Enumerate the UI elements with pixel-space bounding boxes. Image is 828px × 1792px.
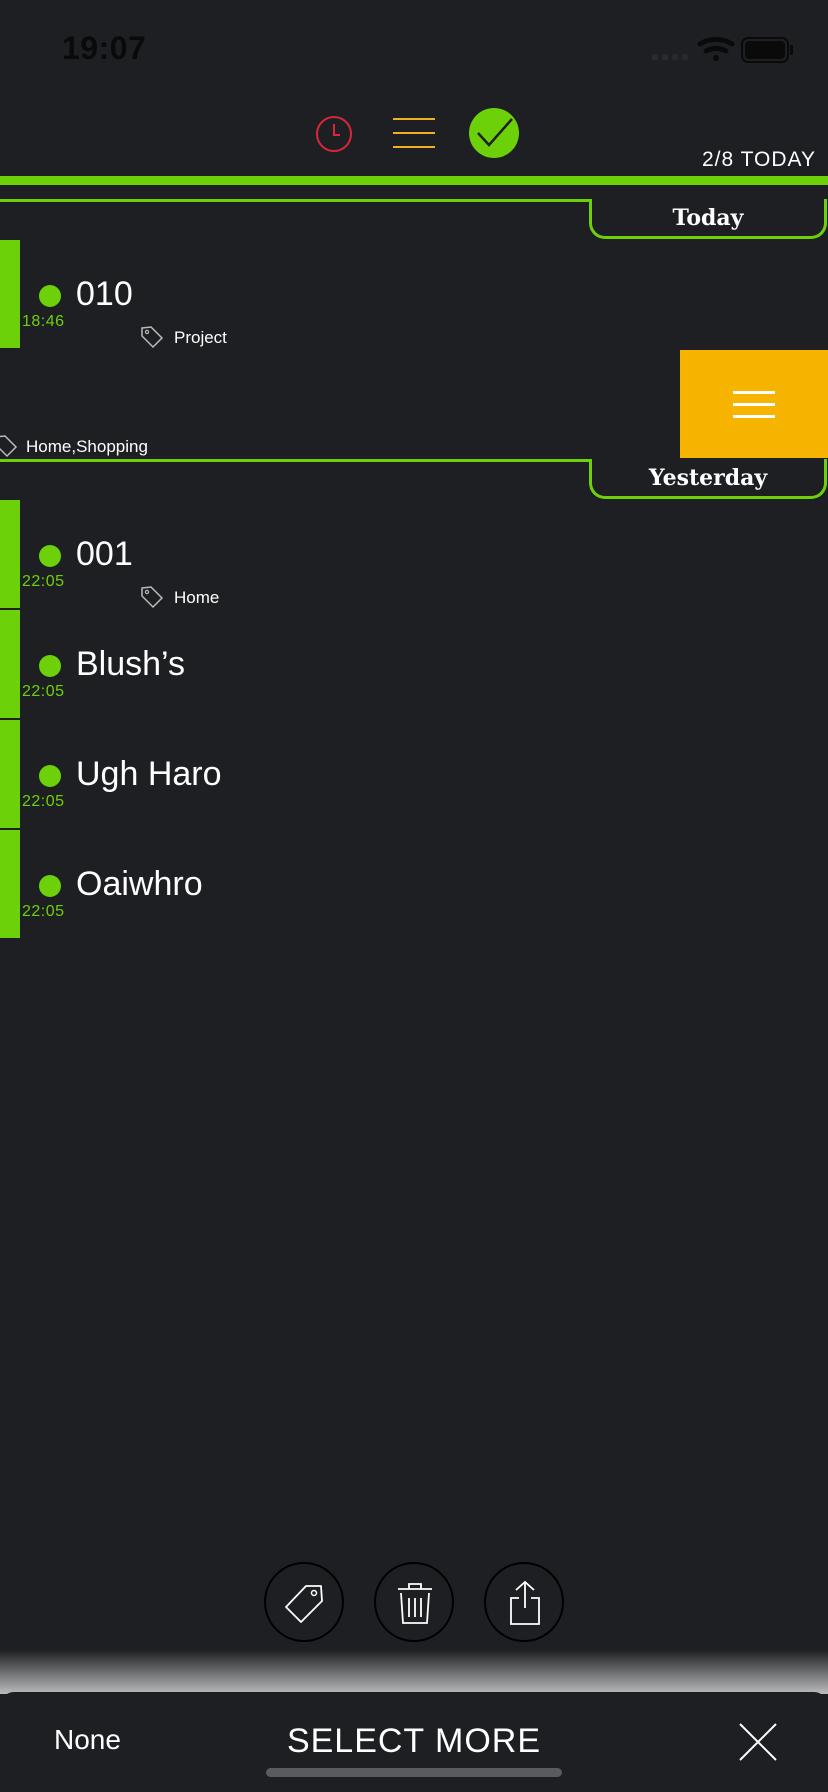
row-status-bar xyxy=(0,830,20,938)
item-title: Blush’s xyxy=(76,645,185,683)
wifi-icon xyxy=(697,36,735,61)
check-icon[interactable] xyxy=(468,107,520,159)
list-item[interactable]: 010 18:46 Project xyxy=(0,240,828,349)
list-item[interactable]: Ugh Haro 22:05 xyxy=(0,720,828,828)
completed-counter: 2/8 TODAY xyxy=(701,148,816,171)
item-time: 22:05 xyxy=(22,683,65,700)
status-dot xyxy=(39,655,61,677)
list-item-swiped[interactable]: Home,Shopping xyxy=(0,350,680,458)
item-time: 22:05 xyxy=(22,573,65,590)
tag-icon xyxy=(285,1585,323,1623)
status-dot xyxy=(39,765,61,787)
row-status-bar xyxy=(0,500,20,608)
status-dot xyxy=(39,875,61,897)
trash-icon xyxy=(398,1583,432,1624)
bottom-bar-shadow xyxy=(0,1650,828,1694)
menu-icon xyxy=(733,391,775,418)
row-menu-action[interactable] xyxy=(680,350,828,458)
section-label-today: Today xyxy=(589,199,827,239)
clock-icon[interactable] xyxy=(314,114,354,154)
share-button[interactable] xyxy=(484,1562,564,1642)
share-icon xyxy=(510,1580,540,1625)
item-time: 18:46 xyxy=(22,313,65,330)
section-divider xyxy=(0,459,590,462)
item-tags: Project xyxy=(174,328,227,347)
item-title: 001 xyxy=(76,535,133,573)
list-item[interactable]: Oaiwhro 22:05 xyxy=(0,830,828,938)
section-divider xyxy=(0,199,590,202)
home-indicator[interactable] xyxy=(266,1768,562,1777)
item-title: 010 xyxy=(76,275,133,313)
battery-icon xyxy=(741,37,793,63)
row-status-bar xyxy=(0,720,20,828)
row-status-bar xyxy=(0,610,20,718)
item-title: Ugh Haro xyxy=(76,755,222,793)
section-label-yesterday: Yesterday xyxy=(589,459,827,499)
progress-bar xyxy=(0,176,828,185)
cellular-signal-icon xyxy=(652,54,688,60)
item-time: 22:05 xyxy=(22,793,65,810)
close-icon[interactable] xyxy=(736,1720,780,1764)
item-time: 22:05 xyxy=(22,903,65,920)
list-item[interactable]: Blush’s 22:05 xyxy=(0,610,828,718)
tag-icon xyxy=(141,586,164,609)
item-tags: Home xyxy=(174,588,220,607)
tag-button[interactable] xyxy=(264,1562,344,1642)
status-time: 19:07 xyxy=(62,30,147,66)
item-tags: Home,Shopping xyxy=(26,437,148,456)
list-icon[interactable] xyxy=(393,116,435,150)
status-dot xyxy=(39,545,61,567)
item-title: Oaiwhro xyxy=(76,865,203,903)
list-item[interactable]: 001 22:05 Home xyxy=(0,500,828,609)
select-more-button[interactable]: SELECT MORE xyxy=(0,1722,828,1761)
row-status-bar xyxy=(0,240,20,348)
tag-icon xyxy=(141,326,164,349)
delete-button[interactable] xyxy=(374,1562,454,1642)
status-dot xyxy=(39,285,61,307)
tag-icon xyxy=(0,435,18,458)
